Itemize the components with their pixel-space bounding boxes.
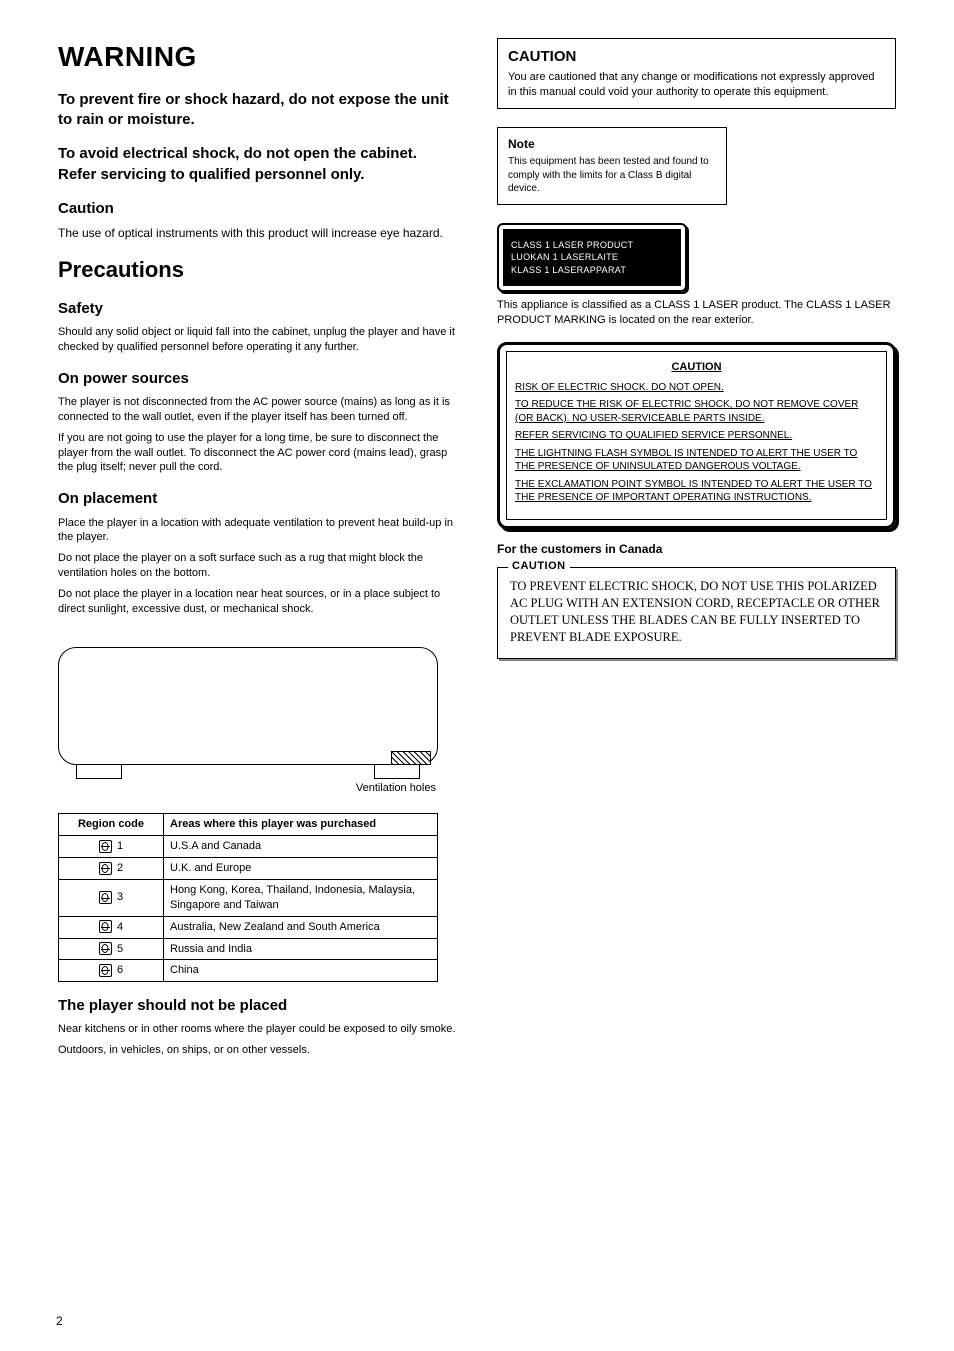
caution-block-p1: RISK OF ELECTRIC SHOCK. DO NOT OPEN. xyxy=(515,381,878,395)
caution-block-p2: TO REDUCE THE RISK OF ELECTRIC SHOCK, DO… xyxy=(515,398,878,425)
laser-line-2: LUOKAN 1 LASERLAITE xyxy=(511,251,673,264)
not-place-item-2: Outdoors, in vehicles, on ships, or on o… xyxy=(58,1043,457,1058)
placement-item-3: Do not place the player in a location ne… xyxy=(58,587,457,617)
region-code-table: Region code Areas where this player was … xyxy=(58,813,438,982)
note-head: Note xyxy=(508,136,716,152)
laser-line-3: KLASS 1 LASERAPPARAT xyxy=(511,264,673,277)
table-row: 6China xyxy=(59,960,438,982)
globe-icon xyxy=(99,862,112,875)
fcc-caution-box: CAUTION You are cautioned that any chang… xyxy=(497,38,896,109)
warning-subhead-2: To avoid electrical shock, do not open t… xyxy=(58,144,457,185)
table-row: 1U.S.A and Canada xyxy=(59,836,438,858)
ventilation-hatch xyxy=(391,751,431,765)
not-place-heading: The player should not be placed xyxy=(58,996,457,1016)
table-row: 5Russia and India xyxy=(59,938,438,960)
table-row: Region code Areas where this player was … xyxy=(59,814,438,836)
ventilation-label: Ventilation holes xyxy=(58,781,438,796)
laser-label: CLASS 1 LASER PRODUCT LUOKAN 1 LASERLAIT… xyxy=(497,223,687,293)
laser-line-1: CLASS 1 LASER PRODUCT xyxy=(511,239,673,252)
fcc-caution-head: CAUTION xyxy=(508,47,885,67)
not-place-item-1: Near kitchens or in other rooms where th… xyxy=(58,1022,457,1037)
page-number: 2 xyxy=(56,1313,63,1329)
caution-block-p3: REFER SERVICING TO QUALIFIED SERVICE PER… xyxy=(515,429,878,443)
fcc-caution-body: You are cautioned that any change or mod… xyxy=(508,70,885,100)
caution-text: The use of optical instruments with this… xyxy=(58,225,457,241)
placement-item-1: Place the player in a location with adeq… xyxy=(58,516,457,546)
placement-item-2: Do not place the player on a soft surfac… xyxy=(58,551,457,581)
canada-caution-box: CAUTION TO PREVENT ELECTRIC SHOCK, DO NO… xyxy=(497,567,896,659)
globe-icon xyxy=(99,964,112,977)
safety-text: Should any solid object or liquid fall i… xyxy=(58,325,457,355)
warning-heading: WARNING xyxy=(58,38,457,76)
power-heading: On power sources xyxy=(58,369,457,389)
warning-subhead-1: To prevent fire or shock hazard, do not … xyxy=(58,90,457,131)
globe-icon xyxy=(99,942,112,955)
region-head-area: Areas where this player was purchased xyxy=(164,814,438,836)
laser-para: This appliance is classified as a CLASS … xyxy=(497,298,896,328)
globe-icon xyxy=(99,891,112,904)
caution-block-p4: THE LIGHTNING FLASH SYMBOL IS INTENDED T… xyxy=(515,447,878,474)
device-feet xyxy=(58,765,438,779)
globe-icon xyxy=(99,920,112,933)
left-column: WARNING To prevent fire or shock hazard,… xyxy=(58,38,457,1064)
caution-frame: CAUTION RISK OF ELECTRIC SHOCK. DO NOT O… xyxy=(497,342,896,529)
device-diagram xyxy=(58,647,438,765)
canada-caution-body: TO PREVENT ELECTRIC SHOCK, DO NOT USE TH… xyxy=(510,579,880,644)
table-row: 2U.K. and Europe xyxy=(59,858,438,880)
caution-heading: Caution xyxy=(58,199,457,219)
precautions-heading: Precautions xyxy=(58,255,457,285)
globe-icon xyxy=(99,840,112,853)
safety-heading: Safety xyxy=(58,299,457,319)
caution-block-p5: THE EXCLAMATION POINT SYMBOL IS INTENDED… xyxy=(515,478,878,505)
note-box: Note This equipment has been tested and … xyxy=(497,127,727,205)
right-column: CAUTION You are cautioned that any chang… xyxy=(497,38,896,1064)
canada-heading: For the customers in Canada xyxy=(497,541,896,557)
power-item-2: If you are not going to use the player f… xyxy=(58,431,457,476)
region-head-code: Region code xyxy=(59,814,164,836)
placement-heading: On placement xyxy=(58,489,457,509)
note-body: This equipment has been tested and found… xyxy=(508,155,716,196)
power-item-1: The player is not disconnected from the … xyxy=(58,395,457,425)
canada-legend-label: CAUTION xyxy=(508,559,570,574)
caution-block-head: CAUTION xyxy=(515,360,878,375)
table-row: 3Hong Kong, Korea, Thailand, Indonesia, … xyxy=(59,880,438,917)
table-row: 4Australia, New Zealand and South Americ… xyxy=(59,916,438,938)
